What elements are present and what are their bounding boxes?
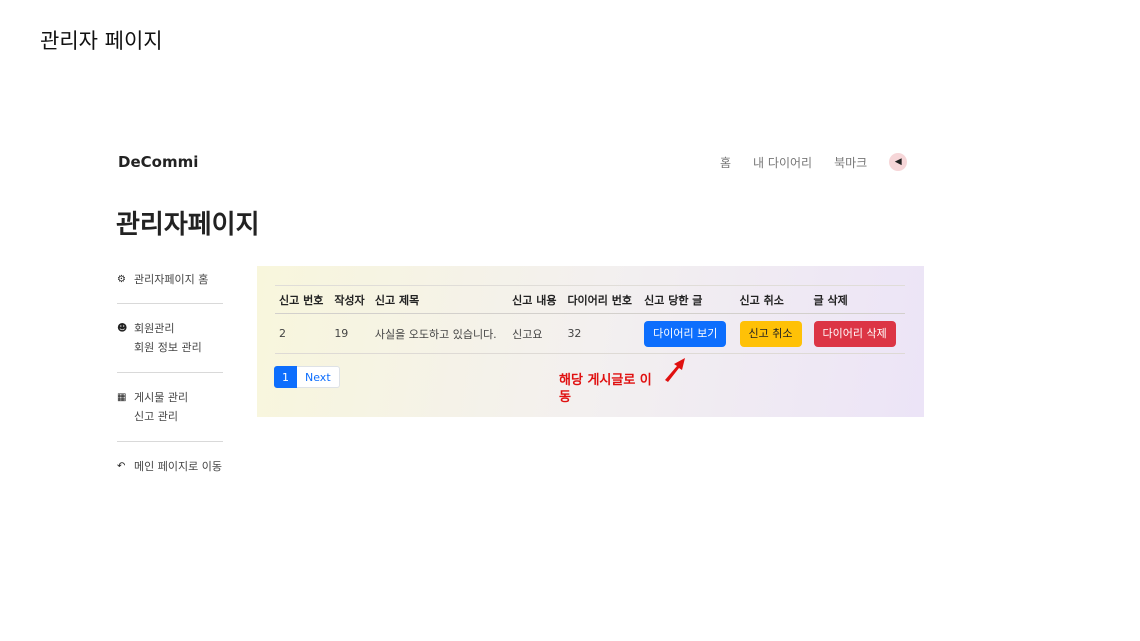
grid-icon: ▦ [117,391,127,403]
cell-writer: 19 [330,313,371,354]
col-writer: 작성자 [330,285,371,314]
sidebar-item-report-manage[interactable]: 신고 관리 [117,407,223,427]
cell-report-title: 사실을 오도하고 있습니다. [370,313,509,354]
cell-report-content: 신고요 [508,313,564,354]
sidebar-item-member[interactable]: ☻ 회원관리 [117,318,223,338]
delete-diary-button[interactable]: 다이어리 삭제 [813,320,896,347]
users-icon: ☻ [117,322,128,334]
annotation-text: 해당 게시글로 이동 [559,373,652,405]
cell-report-cancel: 신고 취소 [735,313,810,354]
col-post-delete: 글 삭제 [809,285,905,314]
table-row: 2 19 사실을 오도하고 있습니다. 신고요 32 다이어리 보기 신고 취소… [275,313,905,354]
slide-title: 관리자 페이지 [40,29,163,53]
caret-left-icon[interactable]: ◀ [889,153,908,171]
reply-arrow-icon: ↶ [117,460,126,472]
view-diary-button[interactable]: 다이어리 보기 [644,320,727,347]
col-report-content: 신고 내용 [508,285,564,314]
cell-reported-post: 다이어리 보기 [640,313,736,354]
page-title: 관리자페이지 [116,210,260,240]
annotation-arrow-icon [665,358,685,382]
sidebar-item-label: 관리자페이지 홈 [134,273,209,286]
top-nav: 홈 내 다이어리 북마크 ◀ [720,153,908,171]
nav-bookmark[interactable]: 북마크 [834,154,867,171]
cell-diary-no: 32 [563,313,641,354]
sidebar-item-label: 게시물 관리 [134,391,189,404]
col-diary-no: 다이어리 번호 [563,285,641,314]
nav-home[interactable]: 홈 [720,154,731,171]
cancel-report-button[interactable]: 신고 취소 [739,320,802,347]
cell-post-delete: 다이어리 삭제 [809,313,905,354]
col-report-cancel: 신고 취소 [735,285,810,314]
sidebar-item-label: 회원관리 [134,322,175,335]
nav-my-diary[interactable]: 내 다이어리 [753,154,812,171]
report-table: 신고 번호 작성자 신고 제목 신고 내용 다이어리 번호 신고 당한 글 신고… [275,285,905,354]
page-1-button[interactable]: 1 [274,366,297,388]
sidebar-item-board[interactable]: ▦ 게시물 관리 [117,387,223,407]
col-report-title: 신고 제목 [370,285,509,314]
sidebar-item-label: 메인 페이지로 이동 [134,460,222,473]
col-report-no: 신고 번호 [275,285,331,314]
cell-report-no: 2 [275,313,331,354]
col-reported-post: 신고 당한 글 [640,285,736,314]
sidebar-item-main-page[interactable]: ↶ 메인 페이지로 이동 [117,456,223,476]
sidebar-item-admin-home[interactable]: ⚙ 관리자페이지 홈 [117,269,223,289]
table-header-row: 신고 번호 작성자 신고 제목 신고 내용 다이어리 번호 신고 당한 글 신고… [275,285,905,314]
brand-logo[interactable]: DeCommi [118,153,198,171]
gear-icon: ⚙ [117,273,126,285]
pagination: 1 Next [274,366,340,388]
next-page-button[interactable]: Next [297,366,340,388]
sidebar-item-member-info[interactable]: 회원 정보 관리 [117,338,223,358]
sidebar: ⚙ 관리자페이지 홈 ☻ 회원관리 회원 정보 관리 ▦ 게시물 관리 신고 관… [117,266,223,490]
